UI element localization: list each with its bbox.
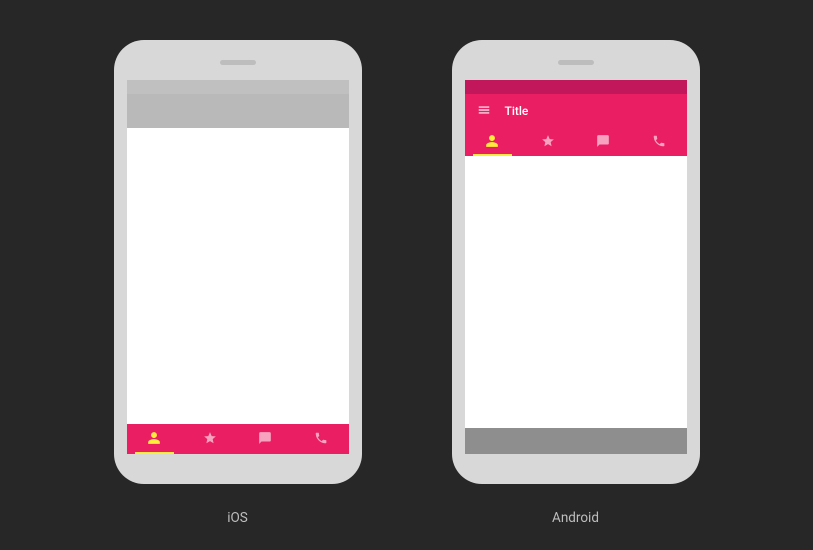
screen: Title: [465, 80, 687, 454]
tab-star[interactable]: [520, 128, 576, 156]
content-area: [465, 156, 687, 428]
person-icon: [485, 133, 499, 152]
tab-person[interactable]: [465, 128, 521, 156]
status-bar: [127, 80, 349, 94]
phone-icon: [652, 133, 666, 152]
phone-icon: [314, 430, 328, 449]
chat-icon: [258, 430, 272, 449]
bottom-tab-bar: [127, 424, 349, 454]
tab-star[interactable]: [182, 424, 238, 454]
app-bar: Title: [465, 94, 687, 128]
top-tab-bar: [465, 128, 687, 156]
tab-person[interactable]: [127, 424, 183, 454]
device-android: Title: [452, 40, 700, 526]
tab-phone[interactable]: [293, 424, 349, 454]
phone-body: [114, 40, 362, 484]
star-icon: [203, 430, 217, 449]
app-bar-title: Title: [505, 104, 529, 118]
device-ios: iOS: [114, 40, 362, 526]
menu-icon[interactable]: [477, 103, 491, 120]
phone-body: Title: [452, 40, 700, 484]
tab-chat[interactable]: [238, 424, 294, 454]
speaker-slot: [558, 60, 594, 65]
person-icon: [147, 430, 161, 449]
screen: [127, 80, 349, 454]
device-caption-ios: iOS: [227, 510, 248, 526]
status-bar: [465, 80, 687, 94]
chat-icon: [596, 133, 610, 152]
star-icon: [541, 133, 555, 152]
speaker-slot: [220, 60, 256, 65]
app-bar-placeholder: [127, 94, 349, 128]
content-area: [127, 128, 349, 424]
tab-phone[interactable]: [631, 128, 687, 156]
system-nav-bar: [465, 428, 687, 454]
device-caption-android: Android: [552, 510, 599, 526]
tab-chat[interactable]: [576, 128, 632, 156]
